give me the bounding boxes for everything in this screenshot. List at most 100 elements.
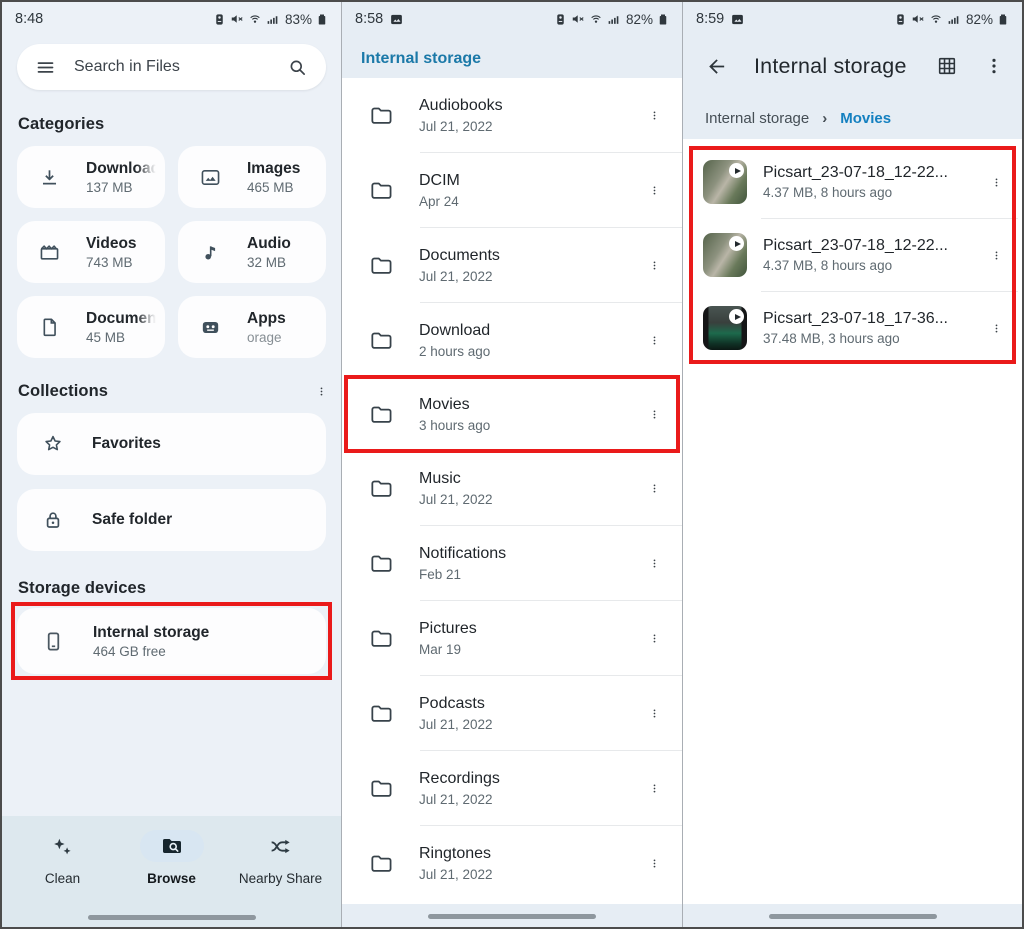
breadcrumb-parent[interactable]: Internal storage: [705, 110, 809, 127]
category-apps[interactable]: Apps orage: [178, 296, 326, 358]
lock-icon: [41, 508, 65, 532]
nav-label: Clean: [45, 871, 80, 886]
file-meta: 4.37 MB, 8 hours ago: [763, 185, 987, 200]
folder-date: Jul 21, 2022: [419, 867, 645, 882]
play-icon: [729, 309, 744, 324]
row-menu-icon[interactable]: [645, 704, 664, 723]
folder-icon: [369, 476, 394, 501]
signal-icon: [266, 13, 279, 26]
category-label: Audio: [247, 234, 291, 253]
folder-list: Audiobooks Jul 21, 2022 DCIM Apr 24 Docu…: [342, 78, 682, 904]
folder-row-movies[interactable]: Movies 3 hours ago: [342, 377, 682, 451]
status-bar: 8:48 83%: [2, 2, 341, 36]
row-menu-icon[interactable]: [645, 106, 664, 125]
collection-label: Safe folder: [92, 511, 172, 529]
row-menu-icon[interactable]: [987, 319, 1006, 338]
storage-internal[interactable]: Internal storage 464 GB free: [17, 608, 326, 674]
row-menu-icon[interactable]: [645, 479, 664, 498]
overflow-menu-button[interactable]: [980, 52, 1008, 80]
folder-row-podcasts[interactable]: Podcasts Jul 21, 2022: [342, 676, 682, 750]
collections-menu-icon[interactable]: [312, 382, 331, 401]
category-label: Videos: [86, 234, 137, 253]
file-row[interactable]: Picsart_23-07-18_17-36... 37.48 MB, 3 ho…: [687, 292, 1018, 364]
mute-icon: [911, 12, 925, 26]
breadcrumb-current[interactable]: Movies: [840, 110, 891, 127]
category-label: Documents: [86, 309, 158, 328]
folder-name: Ringtones: [419, 844, 645, 865]
row-menu-icon[interactable]: [645, 256, 664, 275]
folder-icon: [369, 626, 394, 651]
folder-row-music[interactable]: Music Jul 21, 2022: [342, 451, 682, 525]
battery-percent: 82%: [626, 12, 653, 27]
folder-row-documents[interactable]: Documents Jul 21, 2022: [342, 228, 682, 302]
folder-row-recordings[interactable]: Recordings Jul 21, 2022: [342, 751, 682, 825]
grid-view-button[interactable]: [932, 51, 962, 81]
row-menu-icon[interactable]: [645, 181, 664, 200]
empty-area: [683, 364, 1022, 904]
screenshot-icon: [730, 12, 745, 27]
image-icon: [199, 166, 222, 189]
folder-row-pictures[interactable]: Pictures Mar 19: [342, 601, 682, 675]
folder-name: Recordings: [419, 769, 645, 790]
file-row[interactable]: Picsart_23-07-18_12-22... 4.37 MB, 8 hou…: [687, 146, 1018, 218]
breadcrumb: Internal storage › Movies: [683, 94, 1022, 127]
folder-date: Jul 21, 2022: [419, 792, 645, 807]
home-indicator: [769, 914, 937, 919]
row-menu-icon[interactable]: [645, 405, 664, 424]
folder-icon: [369, 701, 394, 726]
play-icon: [729, 236, 744, 251]
category-size: orage: [247, 330, 286, 345]
category-images[interactable]: Images 465 MB: [178, 146, 326, 208]
battery-icon: [316, 12, 328, 27]
row-menu-icon[interactable]: [645, 779, 664, 798]
back-arrow-icon: [705, 55, 728, 78]
folder-name: Notifications: [419, 544, 645, 565]
panel-files-home: 8:48 83% Search in Files Categories Down…: [2, 2, 342, 927]
wifi-icon: [589, 12, 603, 26]
folder-row-dcim[interactable]: DCIM Apr 24: [342, 153, 682, 227]
section-collections: Collections: [18, 382, 108, 401]
bottom-strip: [683, 904, 1022, 927]
file-list: Picsart_23-07-18_12-22... 4.37 MB, 8 hou…: [687, 146, 1018, 364]
nav-clean[interactable]: Clean: [13, 830, 113, 886]
folder-row-ringtones[interactable]: Ringtones Jul 21, 2022: [342, 826, 682, 900]
file-row[interactable]: Picsart_23-07-18_12-22... 4.37 MB, 8 hou…: [687, 219, 1018, 291]
mute-icon: [571, 12, 585, 26]
nav-browse[interactable]: Browse: [122, 830, 222, 886]
clean-sparkle-icon: [50, 834, 75, 859]
row-menu-icon[interactable]: [645, 854, 664, 873]
collection-favorites[interactable]: Favorites: [17, 413, 326, 475]
category-label: Download: [86, 159, 158, 178]
folder-row-download[interactable]: Download 2 hours ago: [342, 303, 682, 377]
row-menu-icon[interactable]: [987, 246, 1006, 265]
search-icon[interactable]: [287, 57, 308, 78]
section-storage-devices: Storage devices: [18, 579, 325, 598]
row-menu-icon[interactable]: [645, 554, 664, 573]
home-indicator: [428, 914, 596, 919]
star-icon: [41, 432, 65, 456]
bottom-navigation: Clean Browse Nearby Share: [2, 816, 341, 927]
nav-nearby-share[interactable]: Nearby Share: [231, 830, 331, 886]
category-label: Apps: [247, 309, 286, 328]
row-menu-icon[interactable]: [645, 331, 664, 350]
category-documents[interactable]: Documents 45 MB: [17, 296, 165, 358]
category-videos[interactable]: Videos 743 MB: [17, 221, 165, 283]
category-size: 743 MB: [86, 255, 137, 270]
category-audio[interactable]: Audio 32 MB: [178, 221, 326, 283]
category-label: Images: [247, 159, 300, 178]
folder-row-audiobooks[interactable]: Audiobooks Jul 21, 2022: [342, 78, 682, 152]
folder-row-notifications[interactable]: Notifications Feb 21: [342, 526, 682, 600]
search-bar[interactable]: Search in Files: [17, 44, 326, 90]
folder-icon: [369, 402, 394, 427]
row-menu-icon[interactable]: [987, 173, 1006, 192]
back-button[interactable]: [705, 55, 728, 78]
collection-safe-folder[interactable]: Safe folder: [17, 489, 326, 551]
clock: 8:59: [696, 11, 724, 27]
menu-icon[interactable]: [35, 57, 56, 78]
grid-view-icon: [936, 55, 958, 77]
folder-date: Apr 24: [419, 194, 645, 209]
row-menu-icon[interactable]: [645, 629, 664, 648]
download-icon: [38, 166, 61, 189]
folder-icon: [369, 551, 394, 576]
category-download[interactable]: Download 137 MB: [17, 146, 165, 208]
